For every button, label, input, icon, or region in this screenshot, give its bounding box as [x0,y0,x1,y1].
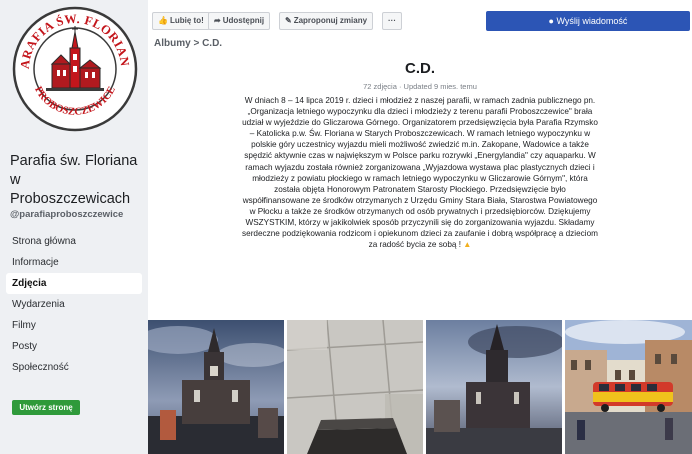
photo-thumbnail[interactable] [287,320,423,454]
photo-thumbnail[interactable] [426,320,562,454]
page-title-line: w [10,172,21,188]
share-label: Udostępnij [222,16,265,25]
album-meta: 72 zdjęcia · Updated 9 mies. temu [363,82,477,91]
like-button[interactable]: 👍 Lubię to! [152,12,210,30]
parish-logo-icon: PARAFIA ŚW. FLORIANA PROBOSZCZEWICE [7,0,138,132]
share-button[interactable]: ➦ Udostępnij [208,12,271,30]
page-logo[interactable]: PARAFIA ŚW. FLORIANA PROBOSZCZEWICE [7,0,138,132]
main-content: 👍 Lubię to! ➦ Udostępnij ✎ Zaproponuj zmian… [148,0,692,454]
breadcrumb[interactable]: Albumy > C.D. [154,38,222,49]
album-description: W dniach 8 – 14 lipca 2019 r. dzieci i m… [242,95,598,250]
photo-thumbnail[interactable] [565,320,692,454]
send-message-label: Wyślij wiadomość [556,16,628,26]
pencil-icon: ✎ [285,16,292,25]
sidebar-nav: Strona główna Informacje Zdjęcia Wydarze… [6,231,142,378]
send-message-button[interactable]: ● Wyślij wiadomość [486,11,690,31]
messenger-icon: ● [548,16,554,26]
suggest-edits-label: Zaproponuj zmiany [293,16,368,25]
like-icon: 👍 [158,16,168,25]
suggest-edits-button[interactable]: ✎ Zaproponuj zmiany [279,12,374,30]
sidebar-item-events[interactable]: Wydarzenia [6,294,142,315]
sidebar-item-community[interactable]: Społeczność [6,357,142,378]
sidebar-item-home[interactable]: Strona główna [6,231,142,252]
photo-grid [148,320,692,454]
sidebar-item-photos[interactable]: Zdjęcia [6,273,142,294]
album-description-text: W dniach 8 – 14 lipca 2019 r. dzieci i m… [242,96,598,250]
more-button[interactable]: ··· [382,12,402,30]
page-title-line: Proboszczewicach [10,191,131,207]
share-icon: ➦ [214,16,221,25]
sidebar-item-videos[interactable]: Filmy [6,315,142,336]
sidebar-item-about[interactable]: Informacje [6,252,142,273]
action-bar: 👍 Lubię to! ➦ Udostępnij ✎ Zaproponuj zmian… [148,10,692,32]
page-title: Parafia św. Floriana w Proboszczewicach [10,152,148,209]
emoji-icon: ▲ [463,240,472,250]
sidebar: PARAFIA ŚW. FLORIANA PROBOSZCZEWICE [0,0,148,454]
like-label: Lubię to! [169,16,204,25]
album-title: C.D. [405,60,435,77]
page-title-line: Parafia św. Floriana [10,153,138,169]
page-handle[interactable]: @parafiaproboszczewice [10,209,123,220]
sidebar-item-posts[interactable]: Posty [6,336,142,357]
photo-thumbnail[interactable] [148,320,284,454]
create-page-button[interactable]: Utwórz stronę [12,400,80,415]
